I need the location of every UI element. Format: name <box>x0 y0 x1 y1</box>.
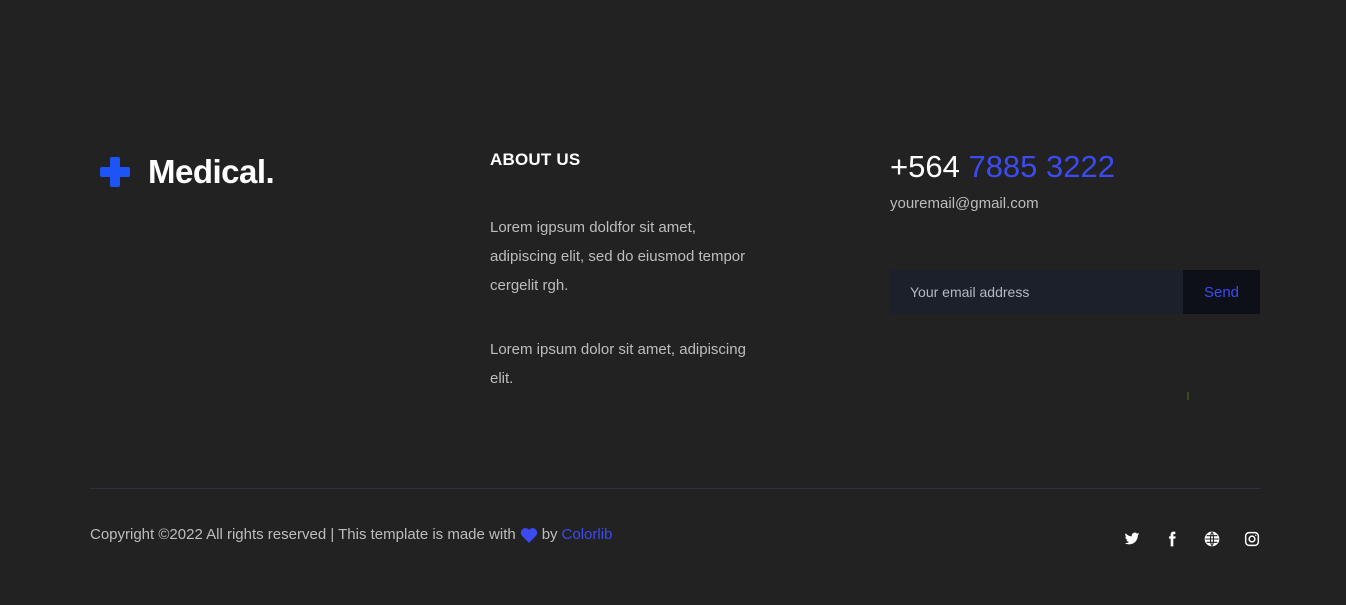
site-footer: Medical. ABOUT US Lorem igpsum doldfor s… <box>0 0 1346 605</box>
twitter-icon[interactable] <box>1124 531 1140 547</box>
copyright-by: by <box>541 526 558 543</box>
instagram-icon[interactable] <box>1244 531 1260 547</box>
send-button[interactable]: Send <box>1183 270 1260 314</box>
phone-number[interactable]: +564 7885 3222 <box>890 147 1115 187</box>
colorlib-link[interactable]: Colorlib <box>562 526 613 543</box>
phone-prefix: +564 <box>890 149 960 184</box>
contact-email[interactable]: youremail@gmail.com <box>890 195 1115 212</box>
contact-section: +564 7885 3222 youremail@gmail.com <box>890 147 1115 212</box>
brand-logo[interactable]: Medical. <box>90 148 275 196</box>
email-input[interactable] <box>890 270 1183 314</box>
facebook-icon[interactable] <box>1164 531 1180 547</box>
about-paragraph-1: Lorem igpsum doldfor sit amet, adipiscin… <box>490 219 746 294</box>
about-title: ABOUT US <box>490 150 581 169</box>
about-paragraph-2: Lorem ipsum dolor sit amet, adipiscing e… <box>490 341 746 387</box>
brand-name: Medical. <box>148 153 275 190</box>
copyright-text: Copyright ©2022 All rights reserved | Th… <box>90 526 612 543</box>
footer-divider <box>90 488 1260 489</box>
crescent-cross-icon <box>90 148 134 196</box>
subscribe-form: Send <box>890 270 1260 314</box>
copyright-label: Copyright ©2022 All rights reserved | Th… <box>90 526 516 543</box>
social-links <box>1124 531 1260 547</box>
heart-icon <box>520 527 538 543</box>
about-section: ABOUT US Lorem igpsum doldfor sit amet, … <box>490 150 750 393</box>
globe-icon[interactable] <box>1204 531 1220 547</box>
decorative-mark <box>1187 392 1189 400</box>
phone-digits: 7885 3222 <box>968 149 1115 184</box>
